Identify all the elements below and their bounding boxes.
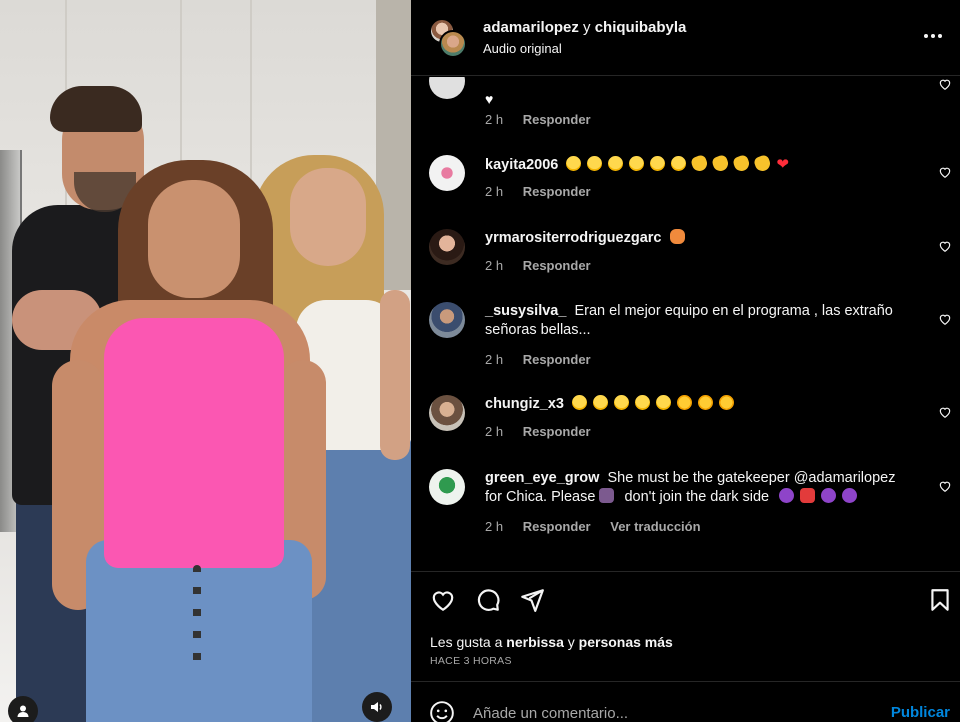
comment-username[interactable]: kayita2006 [485, 157, 558, 173]
post-timestamp: HACE 3 HORAS [430, 655, 512, 667]
coauthor-link[interactable]: chiquibabyla [595, 19, 687, 36]
post-actions: Les gusta a nerbissa y personas más HACE… [411, 571, 960, 681]
praying-emoji [599, 488, 615, 503]
comment-like-icon[interactable] [938, 312, 952, 326]
likes-others[interactable]: personas más [579, 634, 673, 650]
comment-text: _susysilva_ Eran el mejor equipo en el p… [485, 302, 915, 340]
post-video[interactable] [0, 0, 411, 722]
comment-text: yrmarositerrodriguezgarc [485, 229, 915, 248]
reply-button[interactable]: Responder [523, 258, 591, 273]
more-horizontal-icon[interactable] [924, 26, 946, 46]
comment-like-icon[interactable] [938, 479, 952, 493]
comment-like-icon[interactable] [938, 405, 952, 419]
comment-composer: Publicar [411, 681, 960, 722]
comment-text: chungiz_x3 [485, 395, 915, 414]
comment-text: kayita2006 ❤ [485, 153, 915, 175]
comment-username[interactable]: chungiz_x3 [485, 396, 564, 412]
comment-like-icon[interactable] [938, 77, 952, 91]
white-heart-emoji: ♥ [485, 91, 494, 107]
comment-time: 2 h [485, 519, 504, 534]
comment-time: 2 h [485, 258, 504, 273]
comment-username[interactable]: _susysilva_ [485, 303, 566, 319]
comment-meta: 2 h Responder [485, 258, 607, 273]
reply-button[interactable]: Responder [523, 184, 591, 199]
comment-time: 2 h [485, 184, 504, 199]
post-authors: adamarilopez y chiquibabyla [483, 19, 686, 36]
coauthor-avatar[interactable] [439, 30, 467, 58]
comment-input[interactable] [473, 701, 873, 722]
likes-connector: y [567, 634, 575, 650]
commenter-avatar[interactable] [429, 395, 465, 431]
speaker-icon[interactable] [362, 692, 392, 722]
commenter-avatar[interactable] [429, 469, 465, 505]
smiley-icon[interactable] [429, 700, 455, 722]
comment-like-icon[interactable] [938, 165, 952, 179]
post-sidebar: adamarilopez y chiquibabyla Audio origin… [411, 0, 960, 722]
comment-meta: 2 h Responder [485, 112, 607, 127]
audio-link[interactable]: Audio original [483, 41, 562, 56]
comment-meta: 2 h Responder [485, 424, 607, 439]
comment-meta: 2 h Responder Ver traducción [485, 519, 717, 534]
publish-button[interactable]: Publicar [891, 704, 950, 721]
reply-button[interactable]: Responder [523, 424, 591, 439]
comment-meta: 2 h Responder [485, 184, 607, 199]
red-heart-emoji: ❤ [776, 156, 789, 173]
comment-like-icon[interactable] [938, 239, 952, 253]
comment-text: green_eye_grow She must be the gatekeepe… [485, 469, 915, 507]
author-connector: y [583, 19, 591, 36]
reply-button[interactable]: Responder [523, 352, 591, 367]
commenter-avatar[interactable] [429, 155, 465, 191]
comment-time: 2 h [485, 424, 504, 439]
comment-username[interactable]: yrmarositerrodriguezgarc [485, 230, 661, 246]
comments-list[interactable]: ▬▬▬▬▬▬▬▬▬▬▬▬▬ ♥ 2 h Responder kayita2006… [411, 77, 960, 570]
commenter-avatar[interactable] [429, 77, 465, 99]
likes-summary[interactable]: Les gusta a nerbissa y personas más [430, 634, 673, 650]
user-tag-icon[interactable] [8, 696, 38, 722]
likes-prefix: Les gusta a [430, 634, 503, 650]
post-header: adamarilopez y chiquibabyla Audio origin… [411, 0, 960, 76]
commenter-avatar[interactable] [429, 302, 465, 338]
comment-time: 2 h [485, 352, 504, 367]
heart-outline-icon[interactable] [430, 587, 456, 613]
author-link[interactable]: adamarilopez [483, 19, 579, 36]
comment-body-cont: don't join the dark side [624, 489, 770, 505]
reply-button[interactable]: Responder [523, 112, 591, 127]
likes-user[interactable]: nerbissa [506, 634, 564, 650]
comment-bubble-icon[interactable] [475, 587, 501, 613]
reply-button[interactable]: Responder [523, 519, 591, 534]
bookmark-icon[interactable] [927, 587, 953, 613]
comment-time: 2 h [485, 112, 504, 127]
raised-hands-emoji [669, 229, 685, 244]
translate-button[interactable]: Ver traducción [610, 519, 700, 534]
commenter-avatar[interactable] [429, 229, 465, 265]
paper-plane-icon[interactable] [519, 587, 545, 613]
comment-text: ▬▬▬▬▬▬▬▬▬▬▬▬▬ ♥ [485, 77, 915, 110]
comment-username[interactable]: green_eye_grow [485, 470, 599, 486]
comment-meta: 2 h Responder [485, 352, 607, 367]
